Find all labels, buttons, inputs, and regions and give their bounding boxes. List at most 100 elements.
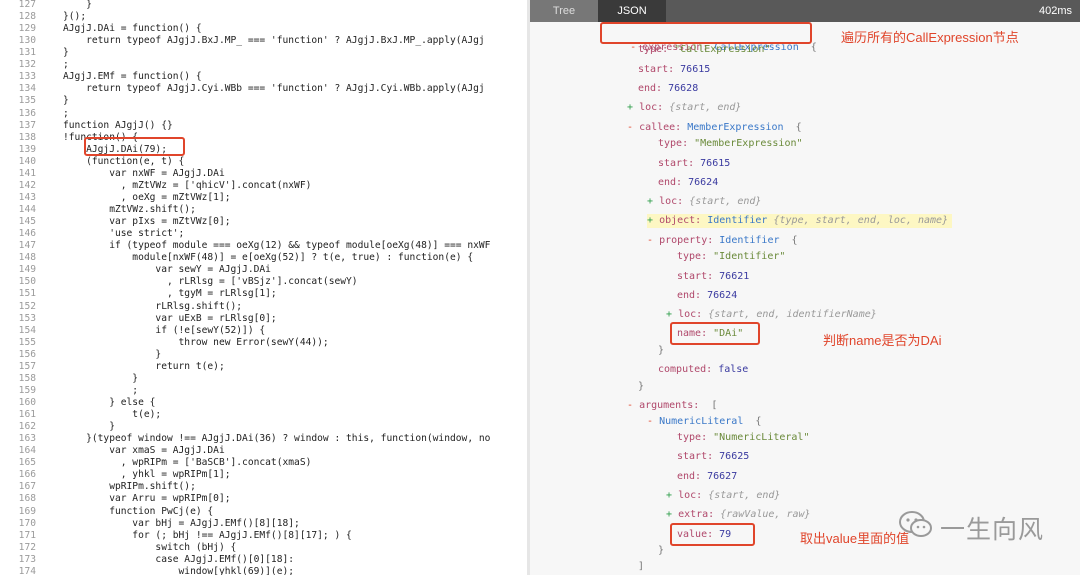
code-text: case AJgjJ.EMf()[0][18]: <box>63 553 295 565</box>
code-line[interactable]: 167 wpRIPm.shift(); <box>0 481 527 493</box>
code-line[interactable]: 162 } <box>0 421 527 433</box>
code-line[interactable]: 139 AJgjJ.DAi(79); <box>0 144 527 156</box>
code-line[interactable]: 172 switch (bHj) { <box>0 542 527 554</box>
line-number: 168 <box>18 493 36 505</box>
code-line[interactable]: 133 AJgjJ.EMf = function() { <box>0 71 527 83</box>
node-loc[interactable]: + loc: {start, end} <box>647 195 761 209</box>
closing-brace: } <box>638 381 645 392</box>
prop-end: end: 76628 <box>638 83 699 94</box>
line-number: 173 <box>18 553 36 565</box>
code-line[interactable]: 157 return t(e); <box>0 361 527 373</box>
code-line[interactable]: 134 return typeof AJgjJ.Cyi.WBb === 'fun… <box>0 83 527 95</box>
tab-tree[interactable]: Tree <box>530 0 598 22</box>
node-arguments[interactable]: - arguments: [ <box>627 399 717 413</box>
collapse-toggle-icon: - <box>647 416 654 427</box>
code-text: var Arru = wpRIPm[0]; <box>63 493 231 505</box>
code-line[interactable]: 145 var pIxs = mZtVWz[0]; <box>0 216 527 228</box>
code-line[interactable]: 173 case AJgjJ.EMf()[0][18]: <box>0 554 527 566</box>
code-editor[interactable]: 127 } 128}(); 129 AJgjJ.DAi = function() {1… <box>0 0 527 575</box>
code-line[interactable]: 166 , yhkl = wpRIPm[1]; <box>0 469 527 481</box>
line-number: 149 <box>18 264 36 276</box>
line-number: 171 <box>18 529 36 541</box>
line-number: 144 <box>18 204 36 216</box>
code-line[interactable]: 142 , mZtVWz = ['qhicV'].concat(nxWF) <box>0 180 527 192</box>
line-number: 161 <box>18 409 36 421</box>
code-line[interactable]: 140 (function(e, t) { <box>0 156 527 168</box>
name-highlight-box <box>670 322 760 345</box>
line-number: 134 <box>18 83 36 95</box>
code-line[interactable]: 154 if (!e[sewY(52)]) { <box>0 325 527 337</box>
code-line[interactable]: 136; <box>0 108 527 120</box>
code-line[interactable]: 129 AJgjJ.DAi = function() { <box>0 23 527 35</box>
line-number: 152 <box>18 300 36 312</box>
code-text: var bHj = AJgjJ.EMf()[8][18]; <box>63 517 300 529</box>
node-loc[interactable]: + loc: {start, end, identifierName} <box>666 308 877 322</box>
code-line[interactable]: 131} <box>0 47 527 59</box>
line-number: 130 <box>18 35 36 47</box>
line-number: 174 <box>18 565 36 575</box>
code-line[interactable]: 127 } <box>0 0 527 11</box>
code-line[interactable]: 160 } else { <box>0 397 527 409</box>
line-number: 135 <box>18 95 36 107</box>
code-line[interactable]: 143 , oeXg = mZtVWz[1]; <box>0 192 527 204</box>
code-line[interactable]: 168 var Arru = wpRIPm[0]; <box>0 493 527 505</box>
node-callee[interactable]: - callee: MemberExpression { <box>627 121 802 135</box>
code-line[interactable]: 138 !function() { <box>0 132 527 144</box>
code-line[interactable]: 150 , rLRlsg = ['vBSjz'].concat(sewY) <box>0 276 527 288</box>
code-line[interactable]: 130 return typeof AJgjJ.BxJ.MP_ === 'fun… <box>0 35 527 47</box>
node-object[interactable]: + object: Identifier {type, start, end, … <box>647 214 953 228</box>
code-line[interactable]: 137 function AJgjJ() {} <box>0 120 527 132</box>
node-extra[interactable]: + extra: {rawValue, raw} <box>666 508 811 522</box>
code-line[interactable]: 149 var sewY = AJgjJ.DAi <box>0 264 527 276</box>
watermark: 一生向风 <box>898 506 1078 546</box>
code-line[interactable]: 174 window[yhkl(69)](e); <box>0 566 527 575</box>
code-text: ; <box>63 107 69 119</box>
code-text: } <box>63 421 115 433</box>
line-number: 137 <box>18 119 36 131</box>
code-line[interactable]: 148 module[nxWF(48)] = e[oeXg(52)] ? t(e… <box>0 252 527 264</box>
expand-toggle-icon: + <box>666 490 673 501</box>
code-line[interactable]: 135} <box>0 95 527 107</box>
code-text: var pIxs = mZtVWz[0]; <box>63 216 231 228</box>
code-line[interactable]: 151 , tgyM = rLRlsg[1]; <box>0 288 527 300</box>
closing-bracket: ] <box>638 561 645 572</box>
line-number: 170 <box>18 517 36 529</box>
code-line[interactable]: 155 throw new Error(sewY(44)); <box>0 337 527 349</box>
node-loc[interactable]: + loc: {start, end} <box>666 489 780 503</box>
annotation-name: 判断name是否为DAi <box>823 333 942 348</box>
code-line[interactable]: 161 t(e); <box>0 409 527 421</box>
node-loc[interactable]: + loc: {start, end} <box>627 101 741 115</box>
code-line[interactable]: 158 } <box>0 373 527 385</box>
code-line[interactable]: 146 'use strict'; <box>0 228 527 240</box>
code-text: switch (bHj) { <box>63 541 237 553</box>
code-line[interactable]: 141 var nxWF = AJgjJ.DAi <box>0 168 527 180</box>
prop-end: end: 76624 <box>677 290 738 301</box>
code-line[interactable]: 153 var uExB = rLRlsg[0]; <box>0 313 527 325</box>
code-text: throw new Error(sewY(44)); <box>63 336 329 348</box>
code-line[interactable]: 169 function PwCj(e) { <box>0 506 527 518</box>
code-text: , rLRlsg = ['vBSjz'].concat(sewY) <box>63 276 358 288</box>
code-line[interactable]: 170 var bHj = AJgjJ.EMf()[8][18]; <box>0 518 527 530</box>
node-property[interactable]: - property: Identifier { <box>647 234 798 248</box>
code-line[interactable]: 128}(); <box>0 11 527 23</box>
parse-time-label: 402ms <box>1038 5 1072 17</box>
code-line[interactable]: 144 mZtVWz.shift(); <box>0 204 527 216</box>
code-line[interactable]: 156 } <box>0 349 527 361</box>
code-line[interactable]: 163 }(typeof window !== AJgjJ.DAi(36) ? … <box>0 433 527 445</box>
code-line[interactable]: 132; <box>0 59 527 71</box>
code-line[interactable]: 147 if (typeof module === oeXg(12) && ty… <box>0 240 527 252</box>
expand-toggle-icon: + <box>647 215 654 226</box>
line-number: 151 <box>18 288 36 300</box>
code-line[interactable]: 164 var xmaS = AJgjJ.DAi <box>0 445 527 457</box>
node-numeric-literal[interactable]: - NumericLiteral { <box>647 415 761 429</box>
line-number: 129 <box>18 23 36 35</box>
ast-explorer-panel: Tree JSON 402ms - expression: CallExpres… <box>530 0 1080 575</box>
code-line[interactable]: 159 ; <box>0 385 527 397</box>
collapse-toggle-icon: - <box>627 400 634 411</box>
closing-brace: } <box>658 545 665 556</box>
code-line[interactable]: 152 rLRlsg.shift(); <box>0 301 527 313</box>
code-line[interactable]: 171 for (; bHj !== AJgjJ.EMf()[8][17]; )… <box>0 530 527 542</box>
code-line[interactable]: 165 , wpRIPm = ['BaSCB'].concat(xmaS) <box>0 457 527 469</box>
tab-json[interactable]: JSON <box>598 0 666 22</box>
closing-brace: } <box>658 345 665 356</box>
